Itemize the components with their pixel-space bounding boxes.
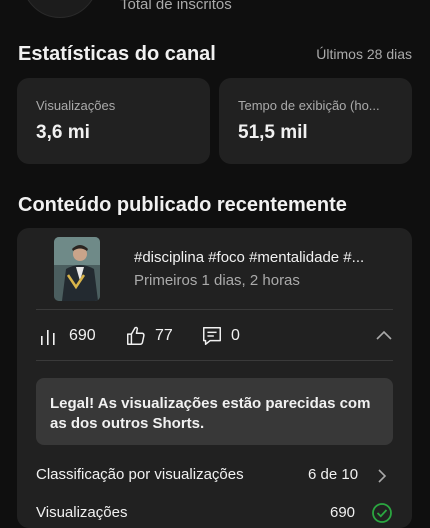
views-stat-value: 3,6 mi xyxy=(36,122,90,143)
comments-metric: 0 xyxy=(201,320,240,352)
check-circle-icon xyxy=(372,503,392,523)
recent-content-title: Conteúdo publicado recentemente xyxy=(18,194,347,216)
likes-metric: 77 xyxy=(125,320,173,352)
views-row-value: 690 xyxy=(330,504,356,521)
video-age: Primeiros 1 dias, 2 horas xyxy=(134,272,300,289)
video-title[interactable]: #disciplina #foco #mentalidade #... xyxy=(134,249,392,266)
views-count: 690 xyxy=(69,327,96,344)
recent-video-card: #disciplina #foco #mentalidade #... Prim… xyxy=(17,228,412,528)
chevron-right-icon[interactable] xyxy=(377,468,387,484)
watch-time-stat-value: 51,5 mil xyxy=(238,122,308,143)
chevron-up-icon[interactable] xyxy=(376,329,392,341)
channel-avatar xyxy=(22,0,98,18)
watch-time-stat-label: Tempo de exibição (ho... xyxy=(238,98,380,113)
subscribers-label: Total de inscritos xyxy=(120,0,232,13)
divider xyxy=(36,309,393,310)
video-thumbnail[interactable] xyxy=(54,237,100,301)
stats-title: Estatísticas do canal xyxy=(18,43,216,65)
insight-text: Legal! As visualizações estão parecidas … xyxy=(50,395,371,432)
ranking-label[interactable]: Classificação por visualizações xyxy=(36,466,244,483)
views-stat-card[interactable]: Visualizações 3,6 mi xyxy=(17,78,210,164)
divider xyxy=(36,360,393,361)
stats-period: Últimos 28 dias xyxy=(316,46,412,62)
thumb-up-icon xyxy=(127,326,145,345)
views-metric: 690 xyxy=(39,320,96,352)
likes-count: 77 xyxy=(155,327,173,344)
views-stat-label: Visualizações xyxy=(36,98,116,113)
views-row-label: Visualizações xyxy=(36,504,128,521)
comments-count: 0 xyxy=(231,327,240,344)
ranking-value: 6 de 10 xyxy=(308,466,359,483)
bar-chart-icon xyxy=(41,330,55,345)
insight-banner: Legal! As visualizações estão parecidas … xyxy=(36,378,393,445)
watch-time-stat-card[interactable]: Tempo de exibição (ho... 51,5 mil xyxy=(219,78,412,164)
comment-icon xyxy=(203,327,221,345)
